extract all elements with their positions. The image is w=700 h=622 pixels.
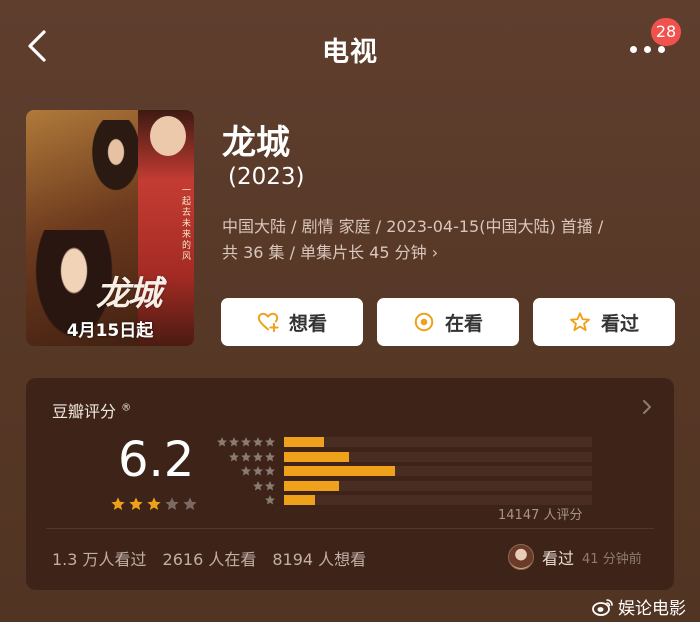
star-icon (253, 451, 263, 461)
rating-title-text: 豆瓣评分 (52, 402, 117, 421)
distribution-bar (284, 480, 340, 491)
star-icon (265, 466, 275, 476)
distribution-track (284, 480, 592, 491)
want-count[interactable]: 8194 人想看 (272, 546, 366, 570)
distribution-bar (284, 451, 349, 462)
star-filled-icon (129, 497, 143, 510)
meta-line-text: 共 36 集 / 单集片长 45 分钟 (222, 243, 427, 262)
distribution-track (284, 466, 592, 476)
rating-stars (110, 496, 198, 512)
star-icon (265, 451, 275, 461)
rating-distribution (216, 436, 596, 509)
star-icon (241, 466, 251, 476)
distribution-track (284, 451, 592, 462)
poster-date: 4月15日起 (66, 321, 154, 341)
chevron-right-icon: › (431, 243, 439, 262)
star-empty-icon (165, 497, 179, 510)
movie-title: 龙城 (222, 123, 290, 163)
watched-count[interactable]: 1.3 万人看过 (52, 546, 147, 570)
star-outline-icon (570, 312, 590, 331)
star-icon (241, 451, 251, 461)
distribution-stars (216, 436, 276, 448)
more-dot-icon (658, 46, 665, 53)
registered-mark: ® (121, 402, 132, 414)
star-filled-icon (147, 497, 161, 510)
star-icon (265, 495, 275, 505)
meta-line: 共 36 集 / 单集片长 45 分钟 › (222, 240, 682, 266)
rating-panel[interactable]: 豆瓣评分 ® 6.2 14147 人评分 1.3 万人看过 2616 人在看 8… (26, 378, 674, 590)
star-icon (253, 480, 263, 490)
poster-image[interactable]: 一起去未来的风 龙城 4月15日起 (26, 110, 194, 346)
distribution-track (284, 437, 592, 447)
friend-time: 41 分钟前 (582, 551, 642, 567)
distribution-stars (240, 465, 276, 477)
distribution-row-2-star (216, 480, 596, 494)
watching-label: 在看 (444, 312, 483, 335)
star-icon (265, 480, 275, 490)
heart-plus-icon (257, 312, 279, 333)
distribution-row-5-star (216, 436, 596, 450)
poster-figure (150, 116, 186, 156)
want-to-watch-button[interactable]: 想看 (221, 298, 363, 346)
star-icon (253, 466, 263, 476)
movie-year: (2023) (228, 164, 305, 190)
friend-action: 看过 (542, 549, 575, 568)
avatar (508, 544, 534, 570)
star-icon (265, 437, 275, 447)
distribution-stars (264, 494, 276, 506)
watch-stats: 1.3 万人看过 2616 人在看 8194 人想看 (52, 546, 366, 570)
distribution-bar (284, 495, 315, 505)
poster-figure (86, 120, 146, 200)
poster-logo: 龙城 (96, 274, 162, 314)
friend-activity[interactable]: 看过 41 分钟前 (508, 544, 642, 570)
movie-meta[interactable]: 中国大陆 / 剧情 家庭 / 2023-04-15(中国大陆) 首播 / 共 3… (222, 214, 682, 266)
distribution-stars (228, 451, 276, 463)
rating-title: 豆瓣评分 ® (52, 398, 131, 422)
page-title: 电视 (322, 37, 378, 68)
star-icon (229, 437, 239, 447)
watched-label: 看过 (600, 312, 639, 335)
chevron-right-icon[interactable] (640, 398, 654, 416)
notification-badge[interactable]: 28 (651, 18, 681, 46)
star-filled-icon (111, 497, 125, 510)
star-empty-icon (183, 497, 197, 510)
watermark-text: 娱论电影 (618, 599, 686, 619)
divider (46, 528, 654, 529)
rating-score: 6.2 (118, 432, 195, 488)
star-icon (217, 437, 227, 447)
vote-count[interactable]: 14147 人评分 (498, 504, 583, 523)
poster-tagline: 一起去未来的风 (182, 186, 192, 262)
distribution-row-4-star (216, 451, 596, 465)
distribution-stars (252, 480, 276, 492)
more-dot-icon (644, 46, 651, 53)
watching-button[interactable]: 在看 (377, 298, 519, 346)
star-icon (229, 451, 239, 461)
distribution-bar (284, 466, 395, 476)
weibo-icon (592, 598, 613, 616)
star-icon (241, 437, 251, 447)
top-bar: 电视 28 (0, 0, 700, 90)
watched-button[interactable]: 看过 (533, 298, 675, 346)
star-icon (253, 437, 263, 447)
meta-line: 中国大陆 / 剧情 家庭 / 2023-04-15(中国大陆) 首播 / (222, 217, 604, 236)
want-to-watch-label: 想看 (288, 312, 327, 335)
more-dot-icon (630, 46, 637, 53)
distribution-bar (284, 437, 325, 447)
watching-count[interactable]: 2616 人在看 (163, 546, 257, 570)
watermark: 娱论电影 (592, 594, 686, 619)
target-icon (414, 312, 434, 332)
distribution-row-3-star (216, 465, 596, 479)
